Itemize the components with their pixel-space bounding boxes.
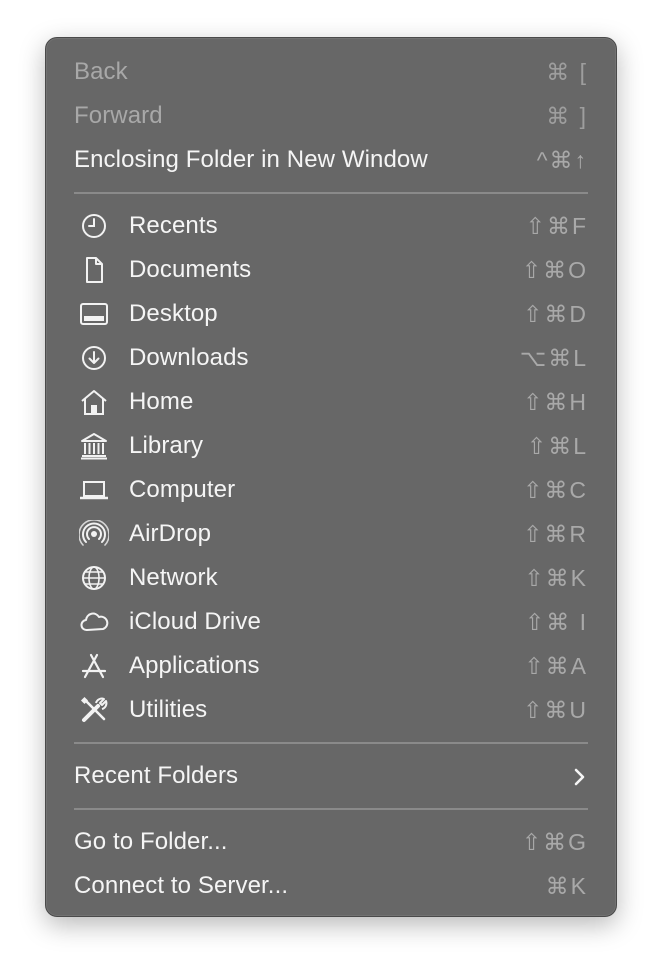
keyboard-shortcut: ⇧⌘D: [523, 300, 588, 327]
keyboard-shortcut: ⌘K: [545, 872, 588, 899]
applications-icon: [79, 652, 109, 680]
menu-item-label: Recent Folders: [74, 762, 239, 789]
menu-item-label: Go to Folder...: [74, 828, 228, 855]
keyboard-shortcut: ⇧⌘R: [523, 520, 588, 547]
menu-item-icloud-drive[interactable]: iCloud Drive ⇧⌘ I: [46, 600, 616, 644]
keyboard-shortcut: ⇧⌘ I: [524, 608, 588, 635]
menu-separator: [46, 182, 616, 204]
menu-item-go-to-folder[interactable]: Go to Folder... ⇧⌘G: [46, 820, 616, 864]
menu-item-recents[interactable]: Recents ⇧⌘F: [46, 204, 616, 248]
keyboard-shortcut: ⇧⌘F: [525, 212, 588, 239]
menu-item-applications[interactable]: Applications ⇧⌘A: [46, 644, 616, 688]
menu-item-library[interactable]: Library ⇧⌘L: [46, 424, 616, 468]
menu-item-documents[interactable]: Documents ⇧⌘O: [46, 248, 616, 292]
menu-item-network[interactable]: Network ⇧⌘K: [46, 556, 616, 600]
menu-item-label: Enclosing Folder in New Window: [74, 146, 428, 173]
keyboard-shortcut: ⇧⌘U: [523, 696, 588, 723]
menu-item-label: Forward: [74, 102, 163, 129]
menu-item-utilities[interactable]: Utilities ⇧⌘U: [46, 688, 616, 732]
globe-icon: [79, 564, 109, 592]
keyboard-shortcut: ⌘ [: [546, 58, 588, 85]
keyboard-shortcut: ⇧⌘C: [523, 476, 588, 503]
menu-separator: [46, 798, 616, 820]
menu-item-desktop[interactable]: Desktop ⇧⌘D: [46, 292, 616, 336]
menu-item-label: AirDrop: [129, 520, 212, 547]
menu-item-label: Network: [129, 564, 218, 591]
menu-item-label: Home: [129, 388, 194, 415]
tools-icon: [79, 696, 109, 724]
menu-item-label: Utilities: [129, 696, 208, 723]
menu-item-forward[interactable]: Forward ⌘ ]: [46, 94, 616, 138]
airdrop-icon: [79, 520, 109, 548]
desktop-icon: [79, 300, 109, 328]
download-icon: [79, 344, 109, 372]
clock-icon: [79, 212, 109, 240]
keyboard-shortcut: ^⌘↑: [536, 146, 588, 173]
menu-item-enclosing-folder[interactable]: Enclosing Folder in New Window ^⌘↑: [46, 138, 616, 182]
chevron-right-icon: [570, 766, 588, 786]
home-icon: [79, 388, 109, 416]
document-icon: [79, 256, 109, 284]
menu-item-label: Documents: [129, 256, 252, 283]
go-menu: Back ⌘ [ Forward ⌘ ] Enclosing Folder in…: [45, 37, 617, 917]
menu-item-connect-to-server[interactable]: Connect to Server... ⌘K: [46, 864, 616, 908]
menu-item-recent-folders[interactable]: Recent Folders: [46, 754, 616, 798]
keyboard-shortcut: ⇧⌘O: [521, 256, 588, 283]
menu-item-computer[interactable]: Computer ⇧⌘C: [46, 468, 616, 512]
menu-item-label: Desktop: [129, 300, 218, 327]
menu-item-label: Computer: [129, 476, 236, 503]
menu-item-airdrop[interactable]: AirDrop ⇧⌘R: [46, 512, 616, 556]
menu-item-label: Recents: [129, 212, 218, 239]
library-icon: [79, 432, 109, 460]
menu-item-downloads[interactable]: Downloads ⌥⌘L: [46, 336, 616, 380]
keyboard-shortcut: ⇧⌘L: [526, 432, 588, 459]
menu-item-label: Downloads: [129, 344, 249, 371]
laptop-icon: [79, 476, 109, 504]
menu-item-label: Back: [74, 58, 128, 85]
menu-item-back[interactable]: Back ⌘ [: [46, 50, 616, 94]
menu-item-label: Connect to Server...: [74, 872, 289, 899]
keyboard-shortcut: ⌥⌘L: [519, 344, 588, 371]
keyboard-shortcut: ⇧⌘H: [523, 388, 588, 415]
menu-item-label: iCloud Drive: [129, 608, 261, 635]
menu-item-label: Applications: [129, 652, 260, 679]
keyboard-shortcut: ⇧⌘K: [524, 564, 588, 591]
menu-separator: [46, 732, 616, 754]
cloud-icon: [79, 608, 109, 636]
menu-item-label: Library: [129, 432, 204, 459]
keyboard-shortcut: ⌘ ]: [546, 102, 588, 129]
menu-item-home[interactable]: Home ⇧⌘H: [46, 380, 616, 424]
keyboard-shortcut: ⇧⌘A: [524, 652, 588, 679]
keyboard-shortcut: ⇧⌘G: [521, 828, 588, 855]
